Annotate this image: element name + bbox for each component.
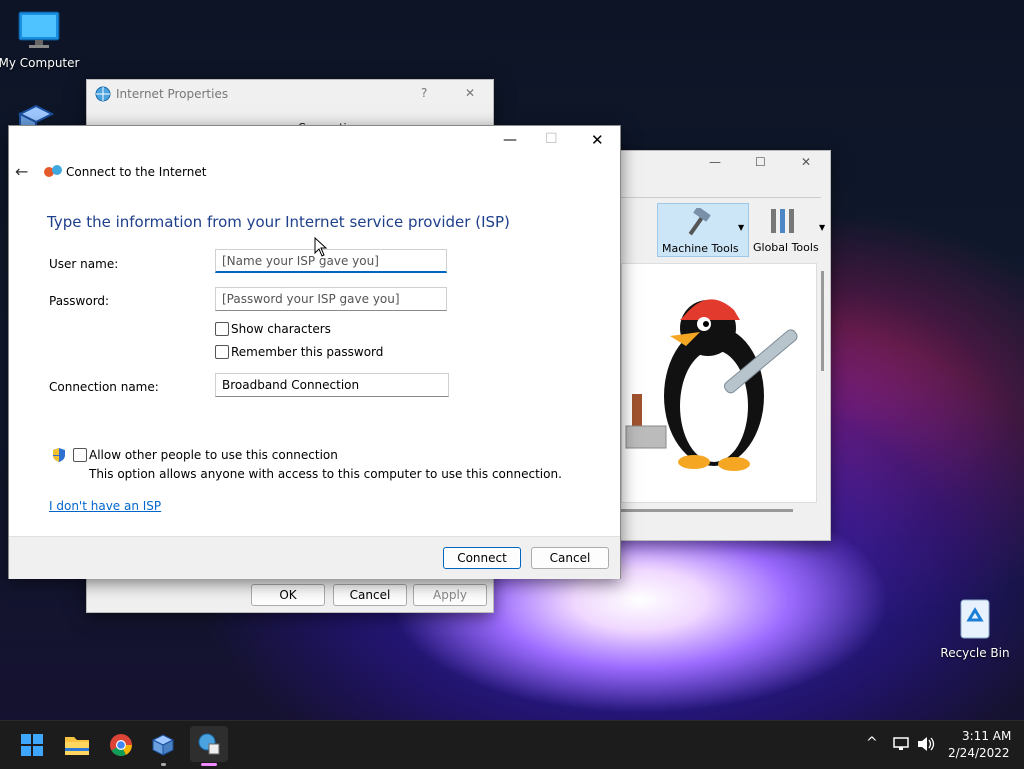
show-hidden-icons-icon[interactable]: ^ (866, 735, 878, 751)
global-tools-dropdown-icon[interactable]: ▼ (819, 223, 825, 232)
uac-shield-icon (53, 448, 65, 462)
tools-icon (771, 209, 794, 233)
close-icon[interactable]: ✕ (801, 155, 811, 169)
global-tools-button[interactable]: Global Tools (751, 203, 819, 255)
connect-button[interactable]: Connect (443, 547, 521, 569)
virtualbox-manager-window[interactable]: — ☐ ✕ Machine Tools ▼ Global Tools ▼ (600, 150, 831, 541)
connection-name-label: Connection name: (49, 380, 159, 394)
horizontal-scrollbar[interactable] (621, 509, 793, 512)
monitor-icon (0, 10, 84, 53)
taskbar-virtualbox[interactable] (147, 729, 179, 761)
desktop-icon-label: Recycle Bin (940, 646, 1010, 660)
machine-tools-button[interactable]: Machine Tools (657, 203, 749, 257)
maximize-icon[interactable]: ☐ (545, 131, 558, 147)
password-input[interactable]: [Password your ISP gave you] (215, 287, 447, 311)
welcome-pane (621, 263, 817, 503)
user-name-input[interactable]: [Name your ISP gave you] (215, 249, 447, 273)
toolbar-separator (621, 197, 821, 198)
close-icon[interactable]: ✕ (465, 86, 475, 100)
user-name-placeholder: [Name your ISP gave you] (222, 253, 379, 268)
user-name-label: User name: (49, 257, 119, 271)
maximize-icon[interactable]: ☐ (755, 155, 766, 169)
folder-icon (65, 737, 89, 755)
back-arrow-icon[interactable]: ← (15, 162, 28, 181)
clock-date[interactable]: 2/24/2022 (948, 746, 1010, 760)
minimize-icon[interactable]: — (709, 155, 721, 169)
remember-password-label[interactable]: Remember this password (231, 345, 383, 359)
start-button[interactable] (16, 729, 48, 761)
no-isp-link[interactable]: I don't have an ISP (49, 499, 161, 513)
dialog-footer (9, 536, 620, 579)
active-indicator (201, 763, 217, 766)
taskbar: ^ 3:11 AM 2/24/2022 (0, 720, 1024, 769)
virtualbox-icon (151, 734, 175, 756)
ok-button[interactable]: OK (251, 584, 325, 606)
password-placeholder: [Password your ISP gave you] (222, 292, 400, 306)
remember-password-checkbox[interactable] (215, 345, 229, 359)
desktop-icon-recycle-bin[interactable]: Recycle Bin (930, 596, 1020, 660)
connection-name-input[interactable]: Broadband Connection (215, 373, 449, 397)
dialog-heading: Type the information from your Internet … (47, 213, 510, 231)
running-indicator (161, 763, 166, 766)
close-icon[interactable]: ✕ (591, 131, 604, 149)
connection-name-value: Broadband Connection (222, 378, 360, 392)
taskbar-internet-properties[interactable] (190, 726, 228, 762)
desktop-icon-label: My Computer (0, 56, 80, 70)
dialog-title: Connect to the Internet (66, 165, 207, 179)
hammer-icon (688, 208, 711, 236)
taskbar-chrome[interactable] (105, 729, 137, 761)
password-label: Password: (49, 294, 110, 308)
network-icon[interactable] (892, 736, 910, 752)
minimize-icon[interactable]: — (503, 132, 517, 148)
penguin-mascot-icon (625, 299, 798, 471)
mouse-cursor-icon (314, 237, 328, 257)
global-tools-label: Global Tools (753, 241, 819, 254)
taskbar-file-explorer[interactable] (61, 729, 93, 761)
cancel-button[interactable]: Cancel (531, 547, 609, 569)
volume-icon[interactable] (916, 736, 936, 752)
chrome-icon (110, 734, 132, 756)
vertical-scrollbar[interactable] (821, 271, 824, 371)
allow-others-label[interactable]: Allow other people to use this connectio… (89, 448, 338, 462)
network-connection-icon (44, 165, 62, 177)
allow-others-description: This option allows anyone with access to… (89, 467, 562, 481)
help-icon[interactable]: ? (421, 86, 427, 100)
window-title: Internet Properties (116, 87, 229, 101)
show-characters-checkbox[interactable] (215, 322, 229, 336)
show-characters-label[interactable]: Show characters (231, 322, 331, 336)
windows-logo-icon (21, 734, 43, 756)
apply-button[interactable]: Apply (413, 584, 487, 606)
connect-to-internet-dialog[interactable]: — ☐ ✕ ← Connect to the Internet Type the… (8, 125, 621, 579)
globe-settings-icon (95, 86, 111, 102)
globe-settings-icon (198, 733, 220, 755)
desktop-icon-my-computer[interactable]: My Computer (0, 10, 84, 70)
machine-tools-label: Machine Tools (662, 242, 739, 255)
clock-time[interactable]: 3:11 AM (962, 729, 1011, 743)
machine-tools-dropdown-icon[interactable]: ▼ (738, 223, 744, 232)
allow-others-checkbox[interactable] (73, 448, 87, 462)
cancel-button[interactable]: Cancel (333, 584, 407, 606)
recycle-bin-icon (930, 596, 1020, 643)
